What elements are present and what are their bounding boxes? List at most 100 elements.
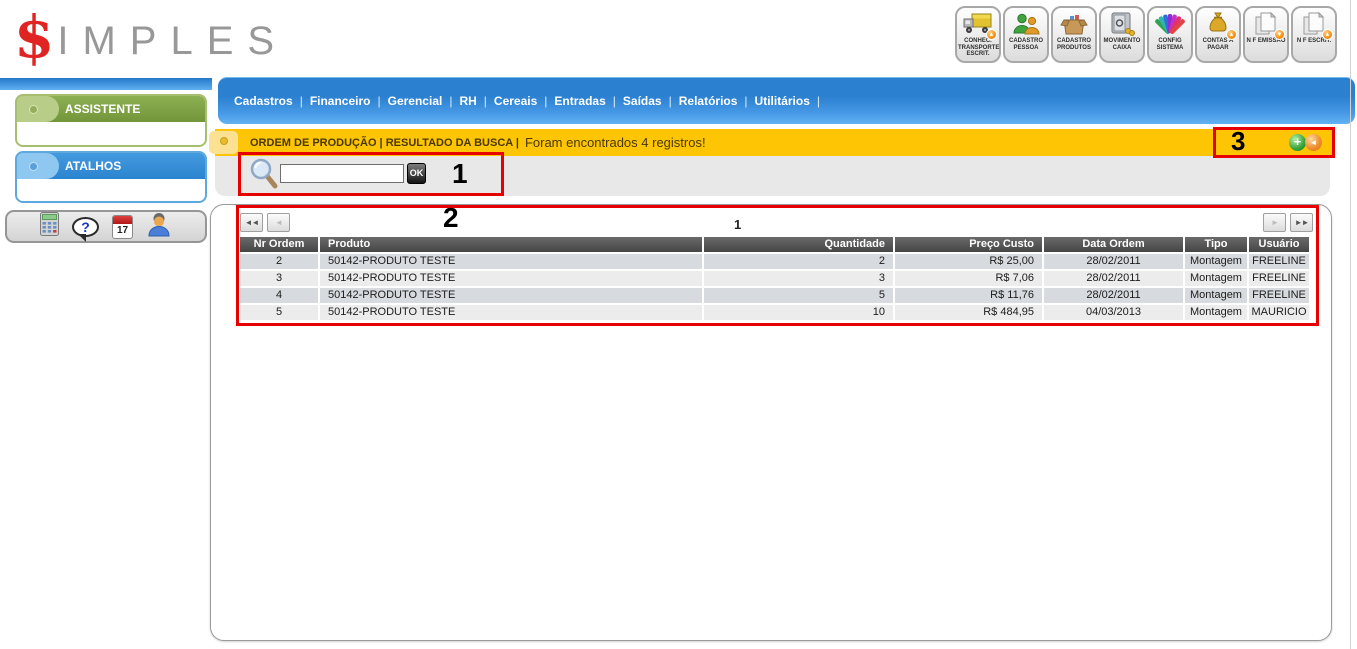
- column-header-nr-ordem[interactable]: Nr Ordem: [240, 237, 318, 252]
- menu-item-gerencial[interactable]: Gerencial: [388, 94, 443, 108]
- calendar-day: 17: [113, 224, 132, 238]
- table-cell[interactable]: R$ 484,95: [895, 305, 1042, 320]
- table-cell[interactable]: FREELINE: [1249, 288, 1309, 303]
- table-cell[interactable]: 5: [704, 288, 893, 303]
- table-cell[interactable]: R$ 25,00: [895, 254, 1042, 269]
- calculator-icon[interactable]: [40, 212, 59, 241]
- table-cell[interactable]: Montagem: [1185, 254, 1247, 269]
- table-cell[interactable]: Montagem: [1185, 288, 1247, 303]
- main-menu-bar: Cadastros | Financeiro | Gerencial | RH | Ce…: [218, 77, 1355, 124]
- toolbar-button-label: CONFIG SISTEMA: [1149, 38, 1191, 51]
- toolbar-button-conhec-transporte[interactable]: ▲ CONHEC. TRANSPORTE ESCRIT.: [955, 6, 1001, 63]
- search-ok-button[interactable]: OK: [407, 163, 426, 184]
- toolbar-button-label: CADASTRO PRODUTOS: [1053, 38, 1095, 51]
- column-header-usuario[interactable]: Usuário: [1249, 237, 1309, 252]
- menu-item-financeiro[interactable]: Financeiro: [310, 94, 371, 108]
- sidebar-panel-atalhos-header[interactable]: ATALHOS: [17, 153, 205, 179]
- panel-tab: [17, 153, 59, 179]
- toolbar-button-nf-escrit[interactable]: ▲ N F ESCRIT.: [1291, 6, 1337, 63]
- column-header-data-ordem[interactable]: Data Ordem: [1044, 237, 1183, 252]
- menu-item-saidas[interactable]: Saídas: [623, 94, 662, 108]
- toolbar-button-config-sistema[interactable]: CONFIG SISTEMA: [1147, 6, 1193, 63]
- table-cell[interactable]: 4: [240, 288, 318, 303]
- table-cell[interactable]: 50142-PRODUTO TESTE: [320, 271, 702, 286]
- table-cell[interactable]: Montagem: [1185, 305, 1247, 320]
- panel-tab: [17, 96, 59, 122]
- toolbar-button-cadastro-pessoa[interactable]: CADASTRO PESSOA: [1003, 6, 1049, 63]
- arrow-down-badge-icon: ▼: [1274, 29, 1285, 40]
- pagination-last-button[interactable]: ►►: [1290, 213, 1313, 232]
- sidebar-quick-iconbar: ? 17: [5, 210, 207, 243]
- table-cell[interactable]: 04/03/2013: [1044, 305, 1183, 320]
- table-cell[interactable]: 50142-PRODUTO TESTE: [320, 288, 702, 303]
- column-header-preco-custo[interactable]: Preço Custo: [895, 237, 1042, 252]
- status-bar: ORDEM DE PRODUÇÃO | RESULTADO DA BUSCA |…: [215, 129, 1335, 156]
- table-cell[interactable]: R$ 7,06: [895, 271, 1042, 286]
- pagination-first-button[interactable]: ◄◄: [240, 213, 263, 232]
- pagination-prev-button[interactable]: ◄: [267, 213, 290, 232]
- toolbar-button-contas-a-pagar[interactable]: ▲ CONTAS A PAGAR: [1195, 6, 1241, 63]
- table-cell[interactable]: 28/02/2011: [1044, 271, 1183, 286]
- pagination-next-button[interactable]: ►: [1263, 213, 1286, 232]
- table-cell[interactable]: 10: [704, 305, 893, 320]
- back-button[interactable]: ◄: [1305, 134, 1322, 151]
- help-glyph: ?: [81, 219, 90, 235]
- add-record-button[interactable]: +: [1289, 134, 1306, 151]
- help-icon[interactable]: ?: [72, 217, 99, 237]
- safe-icon: [1101, 10, 1143, 38]
- menu-item-entradas[interactable]: Entradas: [554, 94, 605, 108]
- table-cell[interactable]: FREELINE: [1249, 254, 1309, 269]
- menu-item-rh[interactable]: RH: [459, 94, 476, 108]
- toolbar-button-cadastro-produtos[interactable]: CADASTRO PRODUTOS: [1051, 6, 1097, 63]
- table-cell[interactable]: R$ 11,76: [895, 288, 1042, 303]
- menu-separator: |: [613, 94, 616, 108]
- menu-item-cereais[interactable]: Cereais: [494, 94, 537, 108]
- menu-separator: |: [817, 94, 820, 108]
- toolbar-button-label: CONTAS A PAGAR: [1197, 38, 1239, 51]
- menu-item-utilitarios[interactable]: Utilitários: [755, 94, 810, 108]
- sidebar-panel-assistente-header[interactable]: ASSISTENTE: [17, 96, 205, 122]
- quick-access-toolbar: ▲ CONHEC. TRANSPORTE ESCRIT. CADASTRO PE…: [955, 6, 1337, 63]
- status-bar-message: Foram encontrados 4 registros!: [525, 135, 706, 150]
- table-cell[interactable]: 50142-PRODUTO TESTE: [320, 254, 702, 269]
- table-cell[interactable]: 3: [240, 271, 318, 286]
- toolbar-button-nf-emissao[interactable]: ▼ N F EMISSÃO: [1243, 6, 1289, 63]
- table-cell[interactable]: 2: [704, 254, 893, 269]
- menu-item-relatorios[interactable]: Relatórios: [679, 94, 738, 108]
- table-cell[interactable]: 5: [240, 305, 318, 320]
- logo-text: IMPLES: [57, 19, 288, 64]
- calendar-icon[interactable]: 17: [112, 215, 133, 239]
- menu-separator: |: [484, 94, 487, 108]
- table-cell[interactable]: 50142-PRODUTO TESTE: [320, 305, 702, 320]
- panel-bullet-icon: [29, 105, 38, 114]
- status-bar-bullet-icon: [220, 137, 228, 145]
- menu-separator: |: [300, 94, 303, 108]
- column-header-quantidade[interactable]: Quantidade: [704, 237, 893, 252]
- panel-bullet-icon: [29, 162, 38, 171]
- table-cell[interactable]: MAURICIO: [1249, 305, 1309, 320]
- sidebar-panel-label: ATALHOS: [65, 159, 121, 173]
- menu-item-cadastros[interactable]: Cadastros: [234, 94, 293, 108]
- app-logo: $ IMPLES: [14, 2, 288, 72]
- user-icon[interactable]: [146, 211, 172, 242]
- table-cell[interactable]: 28/02/2011: [1044, 254, 1183, 269]
- column-header-tipo[interactable]: Tipo: [1185, 237, 1247, 252]
- pagination-page-number: 1: [734, 217, 741, 232]
- toolbar-button-movimento-caixa[interactable]: MOVIMENTO CAIXA: [1099, 6, 1145, 63]
- logo-dollar-icon: $: [14, 8, 54, 66]
- arrow-up-badge-icon: ▲: [1226, 29, 1237, 40]
- people-icon: [1005, 10, 1047, 38]
- menu-separator: |: [544, 94, 547, 108]
- table-cell[interactable]: Montagem: [1185, 271, 1247, 286]
- menu-separator: |: [449, 94, 452, 108]
- header-blue-strip: [0, 78, 212, 90]
- table-cell[interactable]: 28/02/2011: [1044, 288, 1183, 303]
- table-cell[interactable]: 3: [704, 271, 893, 286]
- status-bar-title: ORDEM DE PRODUÇÃO | RESULTADO DA BUSCA |: [250, 137, 519, 149]
- column-header-produto[interactable]: Produto: [320, 237, 702, 252]
- sidebar-panel-atalhos: ATALHOS: [15, 151, 207, 203]
- search-input[interactable]: [280, 164, 404, 183]
- menu-separator: |: [744, 94, 747, 108]
- table-cell[interactable]: 2: [240, 254, 318, 269]
- table-cell[interactable]: FREELINE: [1249, 271, 1309, 286]
